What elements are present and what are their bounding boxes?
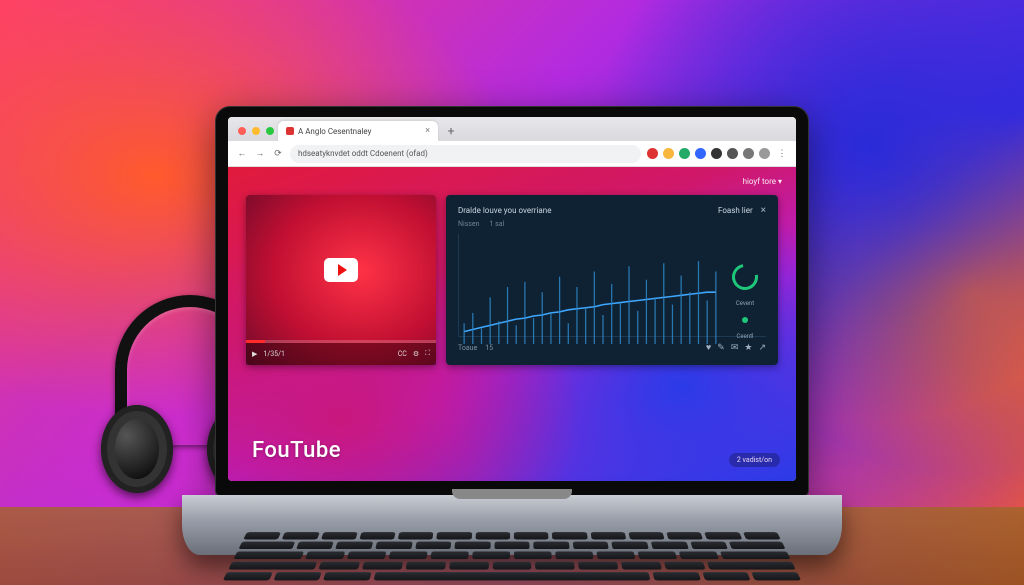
nav-reload-icon[interactable]: ⟳ <box>272 148 284 160</box>
laptop: A Anglo Cesentnaley × + ← → ⟳ hdseatyknv… <box>202 107 822 555</box>
new-tab-button[interactable]: + <box>444 124 458 138</box>
analytics-title: Dralde louve you overriane <box>458 206 551 215</box>
nav-back-icon[interactable]: ← <box>236 148 248 160</box>
browser-menu-icon[interactable]: ⋮ <box>776 148 788 160</box>
play-button-icon[interactable] <box>324 258 358 282</box>
laptop-display: A Anglo Cesentnaley × + ← → ⟳ hdseatyknv… <box>228 117 796 481</box>
ring-label: Cevent <box>736 300 754 307</box>
extension-icon[interactable] <box>727 148 738 159</box>
extension-icon[interactable] <box>711 148 722 159</box>
analytics-sub-left: Nissen <box>458 220 480 228</box>
brand-logo[interactable]: FouTube <box>252 438 341 463</box>
dot-label: Ceentl <box>736 333 753 340</box>
panels-row: ▶ 1/35/1 CC ⚙ ⛶ Dralde louve you <box>246 195 778 365</box>
analytics-header: Dralde louve you overriane Foash lier × <box>458 205 766 216</box>
tab-title: A Anglo Cesentnaley <box>298 127 371 136</box>
extension-icon[interactable] <box>695 148 706 159</box>
extension-icon[interactable] <box>759 148 770 159</box>
laptop-hinge <box>452 489 572 499</box>
app-topbar: hioyf tore ▾ <box>228 171 796 191</box>
video-controls: ▶ 1/35/1 CC ⚙ ⛶ <box>246 343 436 365</box>
extension-icon[interactable] <box>647 148 658 159</box>
url-input[interactable]: hdseatyknvdet oddt Cdoenent (ofad) <box>290 145 641 163</box>
nav-forward-icon[interactable]: → <box>254 148 266 160</box>
tab-favicon-icon <box>286 127 294 135</box>
analytics-side-widgets: Cevent Ceentl <box>732 264 758 340</box>
browser-toolbar: ← → ⟳ hdseatyknvdet oddt Cdoenent (ofad) <box>228 141 796 167</box>
analytics-chart: Cevent Ceentl <box>458 234 766 337</box>
laptop-keyboard <box>215 532 808 585</box>
analytics-close-icon[interactable]: × <box>761 205 766 216</box>
extension-tray <box>647 148 770 159</box>
analytics-head-right: Foash lier <box>718 206 753 215</box>
video-player[interactable]: ▶ 1/35/1 CC ⚙ ⛶ <box>246 195 436 365</box>
extension-icon[interactable] <box>679 148 690 159</box>
tab-close-icon[interactable]: × <box>425 126 430 136</box>
video-time: 1/35/1 <box>263 350 285 358</box>
headphones-earcup-left <box>101 405 173 493</box>
window-maximize-icon[interactable] <box>266 127 274 135</box>
analytics-subheader: Nissen 1 sal <box>458 220 766 228</box>
app-content: hioyf tore ▾ ▶ 1/35/1 CC <box>228 167 796 481</box>
corner-chip: 2 vadist/on <box>729 453 780 467</box>
scene: A Anglo Cesentnaley × + ← → ⟳ hdseatyknv… <box>0 0 1024 585</box>
extension-icon[interactable] <box>743 148 754 159</box>
laptop-screen-bezel: A Anglo Cesentnaley × + ← → ⟳ hdseatyknv… <box>216 107 808 495</box>
extension-icon[interactable] <box>663 148 674 159</box>
progress-ring-icon <box>727 259 763 295</box>
url-text: hdseatyknvdet oddt Cdoenent (ofad) <box>298 149 428 158</box>
video-settings-icon[interactable]: ⚙ <box>413 350 419 359</box>
play-small-icon[interactable]: ▶ <box>252 350 257 359</box>
browser-tabbar: A Anglo Cesentnaley × + <box>228 117 796 141</box>
laptop-notch <box>472 107 552 117</box>
window-close-icon[interactable] <box>238 127 246 135</box>
cc-button[interactable]: CC <box>398 350 407 358</box>
fullscreen-icon[interactable]: ⛶ <box>425 350 430 358</box>
browser-tab[interactable]: A Anglo Cesentnaley × <box>278 121 438 141</box>
analytics-panel: Dralde louve you overriane Foash lier × … <box>446 195 778 365</box>
laptop-base <box>182 495 842 555</box>
analytics-sub-right: 1 sal <box>490 220 505 228</box>
account-menu[interactable]: hioyf tore ▾ <box>743 177 782 186</box>
status-dot-icon <box>742 317 748 323</box>
chart-svg <box>459 234 766 349</box>
window-minimize-icon[interactable] <box>252 127 260 135</box>
